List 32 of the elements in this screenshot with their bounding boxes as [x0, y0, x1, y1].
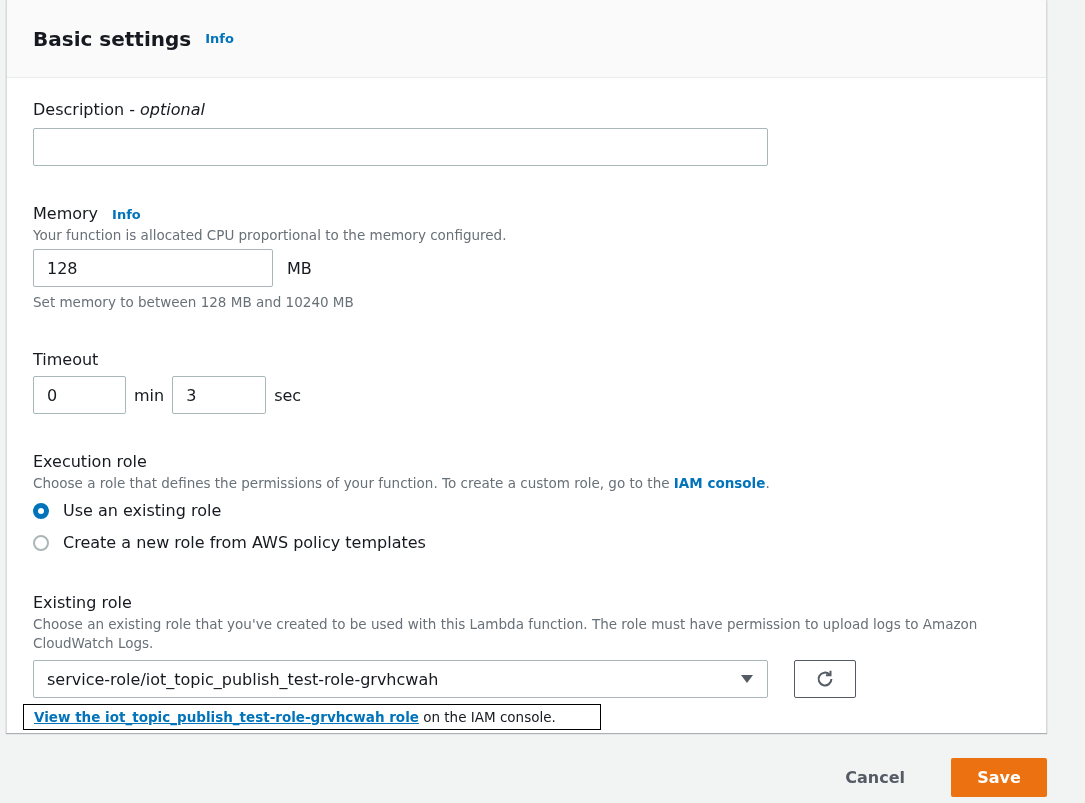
role-dropdown[interactable]: service-role/iot_topic_publish_test-role-grvhcwah: [33, 660, 768, 698]
description-field[interactable]: [33, 128, 768, 166]
cancel-button[interactable]: Cancel: [825, 760, 925, 795]
field-label: Execution role: [33, 451, 148, 473]
radio-icon[interactable]: [33, 535, 49, 551]
field-constraint: Set memory to between 128 MB and 10240 MB: [33, 293, 355, 312]
section-title: Basic settings: [33, 26, 192, 51]
radio-option[interactable]: Create a new role from AWS policy templates: [33, 531, 1020, 555]
field-label: Memory: [33, 203, 99, 225]
memory-field[interactable]: 128: [33, 249, 273, 287]
field-hint: Choose a role that defines the permissions of your function. To create a custom role, go to the IAM console.: [33, 474, 771, 493]
field-label: Existing role: [33, 592, 133, 614]
radio-icon[interactable]: [33, 503, 49, 519]
view-role-link[interactable]: View the iot_topic_publish_test-role-grvhcwah role: [34, 709, 419, 725]
field-label: Description - optional: [33, 99, 206, 121]
iam-console-link[interactable]: IAM console: [673, 475, 766, 491]
caret-icon: [740, 674, 754, 684]
seconds-field[interactable]: 3: [172, 376, 267, 414]
info-link[interactable]: Info: [205, 31, 234, 46]
unit-label: min: [134, 385, 165, 405]
radio-option[interactable]: Use an existing role: [33, 499, 1020, 523]
minutes-field[interactable]: 0: [33, 376, 126, 414]
field-label: Timeout: [33, 349, 100, 371]
refresh-button[interactable]: [794, 660, 856, 698]
option-label: Use an existing role: [63, 500, 222, 522]
unit-label: sec: [274, 385, 302, 405]
option-label: Create a new role from AWS policy templates: [63, 532, 426, 554]
link-suffix: on the IAM console.: [423, 709, 556, 725]
info-link[interactable]: Info: [112, 206, 141, 222]
field-hint: Your function is allocated CPU proportional to the memory configured.: [33, 226, 508, 245]
field-hint: Choose an existing role that you've created to be used with this Lambda function. The role must have permission to upload logs to Amazon CloudWatch Logs.: [33, 615, 979, 653]
unit-label: MB: [287, 258, 312, 278]
